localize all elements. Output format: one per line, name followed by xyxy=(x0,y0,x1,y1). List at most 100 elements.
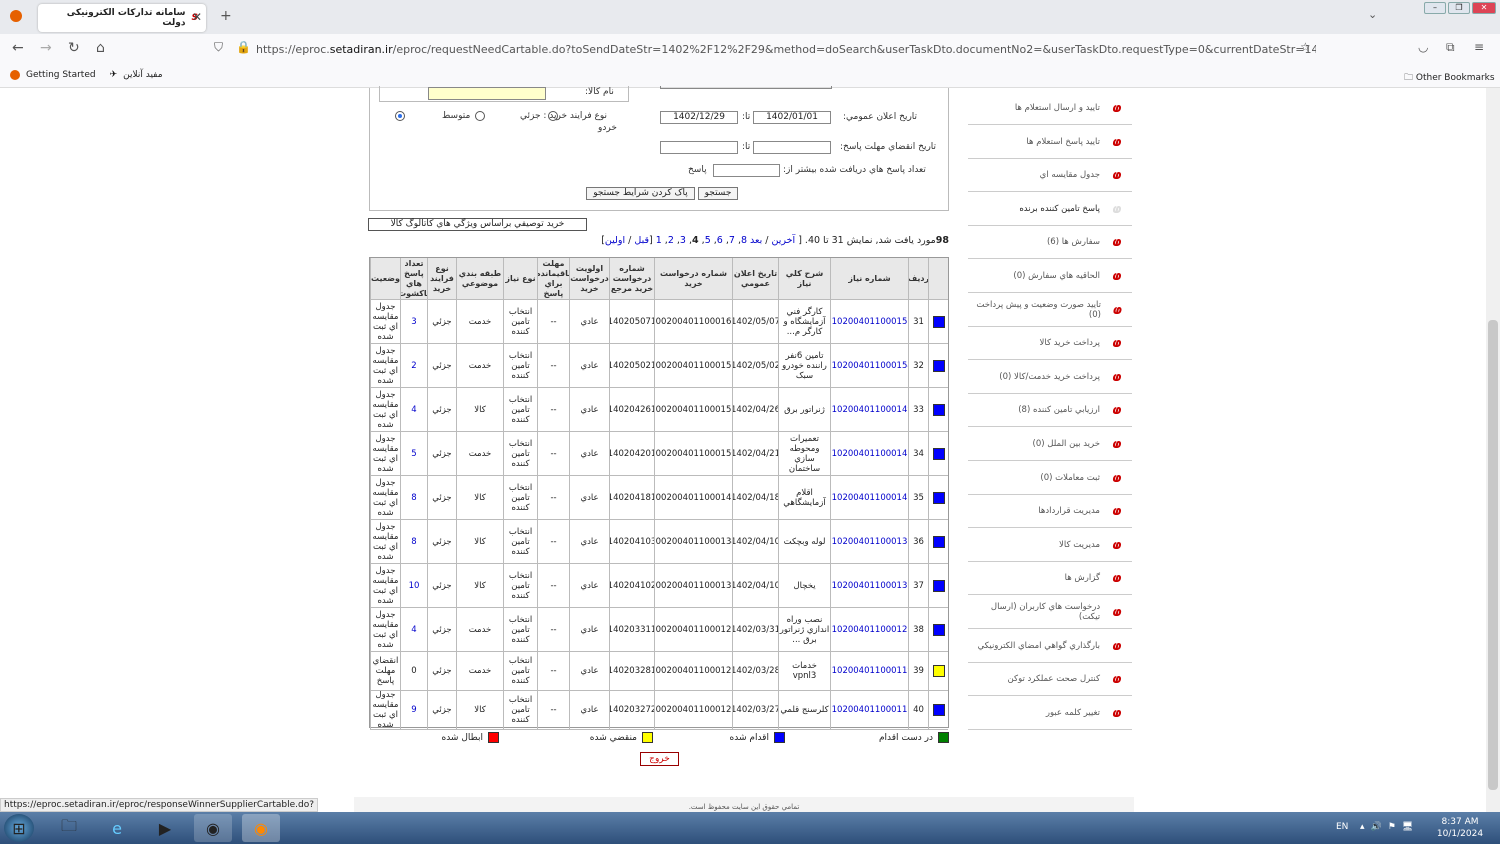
search-button[interactable]: جستجو xyxy=(698,187,738,200)
cell-resp[interactable]: 9 xyxy=(400,691,427,729)
pager-next[interactable]: بعد xyxy=(750,235,762,246)
bookmark-mofid[interactable]: مفید آنلاین xyxy=(123,70,162,80)
pager-page-3[interactable]: 3 xyxy=(680,235,686,246)
url-bar[interactable]: https://eproc.setadiran.ir/eproc/request… xyxy=(256,40,1316,60)
window-close-button[interactable]: ✕ xyxy=(1472,2,1496,14)
cell-resp[interactable]: 3 xyxy=(400,300,427,343)
back-icon[interactable]: ← xyxy=(12,40,24,56)
home-icon[interactable]: ⌂ xyxy=(96,40,105,56)
clock[interactable]: 8:37 AM 10/1/2024 xyxy=(1430,816,1490,840)
sidebar-item[interactable]: ⱷ خريد بين الملل (0) xyxy=(968,428,1132,461)
pager-prev[interactable]: قبل xyxy=(634,235,649,246)
cell-resp[interactable]: 10 xyxy=(400,564,427,607)
shield-icon[interactable]: ⛉ xyxy=(214,40,223,55)
cell-need[interactable]: 1102004011000158 xyxy=(830,300,908,343)
table-row[interactable]: 33 1102004011000149 ژنراتور برق 1402/04/26 1… xyxy=(370,388,948,432)
announce-to-input[interactable]: 1402/12/29 xyxy=(660,111,738,124)
sidebar-item[interactable]: ⱷ سفارش ها (6) xyxy=(968,226,1132,260)
sidebar-item[interactable]: ⱷ جدول مقايسه اي xyxy=(968,159,1132,193)
cell-resp[interactable]: 8 xyxy=(400,520,427,563)
table-row[interactable]: 37 1102004011000130 يخچال 1402/04/10 1002004… xyxy=(370,564,948,608)
sidebar-item[interactable]: ⱷ مديريت کالا xyxy=(968,529,1132,562)
sidebar-item[interactable]: ⱷ ارزيابي تامين کننده (8) xyxy=(968,394,1132,428)
cell-need[interactable]: 1102004011000130 xyxy=(830,564,908,607)
sidebar-item[interactable]: ⱷ کنترل صحت عملکرد توکن xyxy=(968,663,1132,697)
sidebar-item[interactable]: ⱷ بارگذاري گواهي امضاي الکترونيکي xyxy=(968,630,1132,663)
sidebar-item[interactable]: ⱷ پرداخت خريد کالا xyxy=(968,327,1132,361)
pocket-icon[interactable]: ◡ xyxy=(1418,40,1428,54)
pager-page-2[interactable]: 2 xyxy=(668,235,674,246)
pager-first[interactable]: اولين xyxy=(605,235,625,246)
sidebar-item[interactable]: ⱷ پاسخ تامين کننده برنده xyxy=(968,193,1132,226)
cell-need[interactable]: 1102004011000121 xyxy=(830,608,908,651)
catalog-purchase-button[interactable]: خريد توصيفي براساس ويژگي هاي کاتالوگ کال… xyxy=(368,218,587,231)
pager-page-5[interactable]: 5 xyxy=(705,235,711,246)
table-row[interactable]: 34 1102004011000147 تعميرات ومحوطه سازي سا… xyxy=(370,432,948,476)
responses-input[interactable] xyxy=(713,164,780,177)
language-indicator[interactable]: EN xyxy=(1336,822,1348,832)
close-icon[interactable]: ✕ xyxy=(192,10,202,24)
cell-resp[interactable]: 4 xyxy=(400,388,427,431)
cell-need[interactable]: 1102004011000149 xyxy=(830,388,908,431)
firefox-taskbar-icon[interactable]: ◉ xyxy=(242,814,280,842)
tray-icons[interactable]: ▴🔊⚑🖥 xyxy=(1360,822,1419,832)
media-player-icon[interactable]: ▶ xyxy=(146,814,184,842)
table-row[interactable]: 31 1102004011000158 کارگر فني آزمايشگاه و … xyxy=(370,300,948,344)
cell-need[interactable]: 1102004011000119 xyxy=(830,652,908,690)
start-button[interactable]: ⊞ xyxy=(4,814,34,842)
sidebar-item[interactable]: ⱷ مديريت قراردادها xyxy=(968,495,1132,529)
bookmark-getting-started[interactable]: Getting Started xyxy=(26,70,96,80)
star-icon[interactable]: ☆ xyxy=(1300,40,1311,54)
menu-icon[interactable]: ≡ xyxy=(1474,40,1484,54)
sidebar-item[interactable]: ⱷ گزارش ها xyxy=(968,562,1132,596)
extensions-icon[interactable]: ⧉ xyxy=(1446,40,1455,55)
table-row[interactable]: 39 1102004011000119 خدمات vpnl3 1402/03/28 1… xyxy=(370,652,948,691)
scrollbar-thumb[interactable] xyxy=(1488,320,1498,790)
announce-from-input[interactable]: 1402/01/01 xyxy=(753,111,831,124)
clear-search-button[interactable]: پاک کردن شرايط جستجو xyxy=(586,187,695,200)
chevron-down-icon[interactable]: ⌄ xyxy=(1368,8,1377,21)
column-header[interactable]: تاريخ اعلان عمومي xyxy=(732,258,778,299)
sidebar-item[interactable]: ⱷ تاييد صورت وضعيت و پيش پرداخت (0) xyxy=(968,294,1132,327)
table-row[interactable]: 36 1102004011000131 لوله وبچکت 1402/04/10 10… xyxy=(370,520,948,564)
pager-last[interactable]: آخرين xyxy=(772,235,796,246)
cell-need[interactable]: 1102004011000146 xyxy=(830,476,908,519)
sidebar-item[interactable]: ⱷ الحاقيه هاي سفارش (0) xyxy=(968,260,1132,293)
firefox-icon[interactable] xyxy=(10,10,22,22)
sidebar-item[interactable]: ⱷ تاييد پاسخ استعلام ها xyxy=(968,126,1132,159)
cell-resp[interactable]: 0 xyxy=(400,652,427,690)
table-row[interactable]: 35 1102004011000146 اقلام آزمايشگاهي 1402/0… xyxy=(370,476,948,520)
pager-page-7[interactable]: 7 xyxy=(729,235,735,246)
pager-page-1[interactable]: 1 xyxy=(656,235,662,246)
table-row[interactable]: 32 1102004011000154 تامين 6نفر راننده خودر… xyxy=(370,344,948,388)
chrome-icon[interactable]: ◉ xyxy=(194,814,232,842)
pager-page-8[interactable]: 8 xyxy=(741,235,747,246)
tab-active[interactable]: S سامانه تدارکات الکترونیکی دولت ✕ xyxy=(38,4,206,32)
pager-page-6[interactable]: 6 xyxy=(717,235,723,246)
restore-button[interactable]: ❐ xyxy=(1448,2,1470,14)
ie-icon[interactable]: e xyxy=(98,814,136,842)
radio-medium[interactable] xyxy=(395,111,405,121)
sidebar-item[interactable]: ⱷ پرداخت خريد خدمت/کالا (0) xyxy=(968,361,1132,394)
cell-resp[interactable]: 4 xyxy=(400,608,427,651)
cell-need[interactable]: 1102004011000131 xyxy=(830,520,908,563)
sidebar-item[interactable]: ⱷ درخواست هاي کاربران (ارسال تيکت) xyxy=(968,596,1132,629)
radio-small-purchase[interactable] xyxy=(475,111,485,121)
exit-button[interactable]: خروج xyxy=(640,752,679,766)
deadline-from-input[interactable] xyxy=(753,141,831,154)
cell-resp[interactable]: 8 xyxy=(400,476,427,519)
sidebar-item[interactable]: ⱷ تغيير کلمه عبور xyxy=(968,697,1132,730)
sidebar-item[interactable]: ⱷ تاييد و ارسال استعلام ها xyxy=(968,92,1132,125)
deadline-to-input[interactable] xyxy=(660,141,738,154)
cell-need[interactable]: 1102004011000154 xyxy=(830,344,908,387)
forward-icon[interactable]: → xyxy=(40,40,52,56)
table-row[interactable]: 40 1102004011000118 کلرسنج قلمي 1402/03/27 1… xyxy=(370,691,948,730)
sidebar-item[interactable]: ⱷ ثبت معاملات (0) xyxy=(968,462,1132,495)
cell-need[interactable]: 1102004011000147 xyxy=(830,432,908,475)
cell-need[interactable]: 1102004011000118 xyxy=(830,691,908,729)
cell-resp[interactable]: 5 xyxy=(400,432,427,475)
reload-icon[interactable]: ↻ xyxy=(68,40,80,56)
lock-icon[interactable]: 🔒 xyxy=(236,40,251,54)
new-tab-icon[interactable]: + xyxy=(220,8,232,24)
cell-resp[interactable]: 2 xyxy=(400,344,427,387)
